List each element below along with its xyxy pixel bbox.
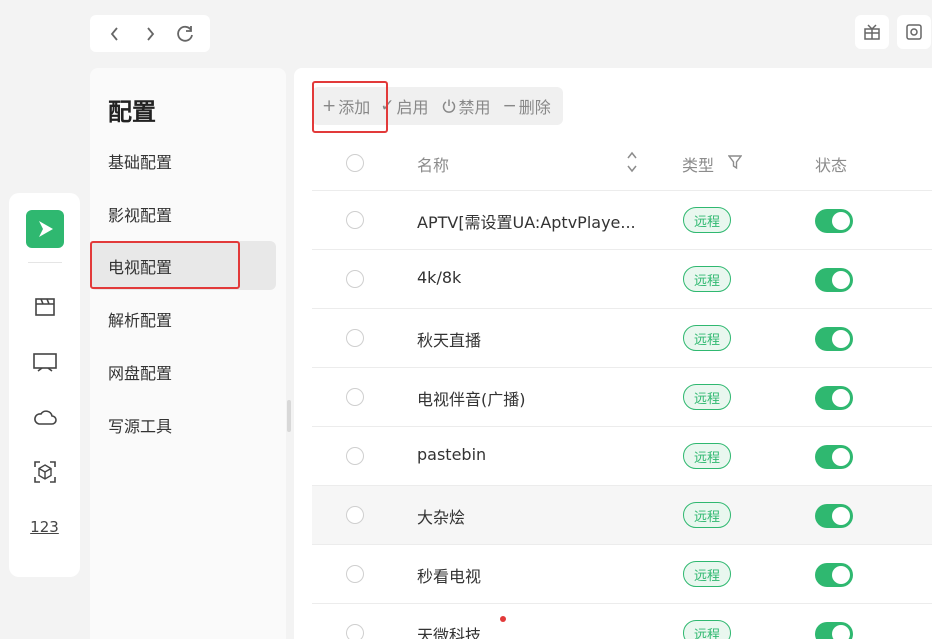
type-badge: 远程 [683, 502, 731, 528]
logo-icon[interactable] [25, 210, 64, 248]
table-row[interactable]: 4k/8k 远程 [312, 249, 932, 308]
row-checkbox[interactable] [346, 506, 364, 524]
header-status: 状态 [815, 156, 848, 175]
row-checkbox[interactable] [346, 447, 364, 465]
type-badge: 远程 [683, 443, 731, 469]
toggle-knob [832, 212, 850, 230]
table-row[interactable]: APTV[需设置UA:AptvPlaye... 远程 [312, 190, 932, 249]
row-name: 秒看电视 [417, 567, 482, 586]
config-menu-panel: 配置 基础配置 影视配置 电视配置 解析配置 网盘配置 写源工具 [90, 68, 286, 639]
row-checkbox[interactable] [346, 329, 364, 347]
delete-button[interactable]: − 删除 [503, 94, 551, 118]
sort-icon[interactable] [626, 150, 638, 174]
toolbar: + 添加 ✓ 启用 禁用 − 删除 [312, 87, 563, 125]
row-name: 天微科技 [417, 626, 482, 639]
type-badge: 远程 [683, 207, 731, 233]
numbers-icon[interactable]: 123 [28, 510, 62, 544]
row-name: pastebin [417, 445, 487, 464]
menu-item-parse[interactable]: 解析配置 [90, 294, 276, 343]
toggle-knob [832, 448, 850, 466]
refresh-icon [176, 25, 193, 42]
table-row[interactable]: pastebin 远程 [312, 426, 932, 485]
status-toggle[interactable] [815, 327, 853, 351]
row-name: 秋天直播 [417, 331, 482, 350]
row-name: 电视伴音(广播) [417, 390, 526, 409]
status-toggle[interactable] [815, 268, 853, 292]
type-badge: 远程 [683, 561, 731, 587]
gift-button[interactable] [855, 15, 889, 49]
cube-scan-icon[interactable] [28, 455, 62, 489]
menu-item-tv[interactable]: 电视配置 [90, 241, 276, 290]
header-name: 名称 [417, 156, 450, 175]
status-toggle[interactable] [815, 504, 853, 528]
row-name: 大杂烩 [417, 508, 466, 527]
row-name: 4k/8k [417, 268, 462, 287]
chevron-left-icon [111, 26, 119, 41]
target-icon [906, 24, 922, 40]
header-type: 类型 [682, 156, 715, 175]
row-checkbox[interactable] [346, 565, 364, 583]
table-row[interactable]: 大杂烩 远程 [312, 485, 932, 544]
row-name: APTV[需设置UA:AptvPlaye... [417, 213, 636, 232]
menu-item-basic[interactable]: 基础配置 [90, 136, 276, 185]
chevron-right-icon [147, 26, 155, 41]
table-row[interactable]: 秋天直播 远程 [312, 308, 932, 367]
enable-button[interactable]: ✓ 启用 [380, 94, 428, 118]
type-badge: 远程 [683, 325, 731, 351]
table-header: 名称 类型 状态 [312, 136, 932, 190]
forward-button[interactable] [137, 21, 163, 47]
tv-icon[interactable] [28, 345, 62, 379]
panel-resizer[interactable] [287, 400, 291, 432]
notification-dot [500, 616, 506, 622]
nav-controls [90, 15, 210, 52]
power-icon [442, 99, 455, 113]
row-checkbox[interactable] [346, 624, 364, 639]
status-toggle[interactable] [815, 563, 853, 587]
rail-divider [27, 262, 62, 263]
menu-item-netdisk[interactable]: 网盘配置 [90, 347, 276, 396]
menu-item-source-tool[interactable]: 写源工具 [90, 400, 276, 449]
disable-button[interactable]: 禁用 [441, 94, 491, 118]
refresh-button[interactable] [172, 21, 198, 47]
toggle-knob [832, 625, 850, 639]
back-button[interactable] [102, 21, 128, 47]
gift-icon [864, 24, 880, 40]
status-toggle[interactable] [815, 209, 853, 233]
toggle-knob [832, 566, 850, 584]
row-checkbox[interactable] [346, 270, 364, 288]
table-row[interactable]: 电视伴音(广播) 远程 [312, 367, 932, 426]
icon-rail: 123 [9, 193, 80, 577]
row-checkbox[interactable] [346, 211, 364, 229]
check-icon: ✓ [380, 96, 395, 116]
status-toggle[interactable] [815, 386, 853, 410]
toggle-knob [832, 271, 850, 289]
row-checkbox[interactable] [346, 388, 364, 406]
filter-icon[interactable] [728, 154, 742, 170]
plus-icon: + [322, 96, 337, 116]
config-title: 配置 [108, 98, 156, 126]
settings-button[interactable] [897, 15, 931, 49]
film-icon[interactable] [28, 290, 62, 324]
toggle-knob [832, 389, 850, 407]
cloud-icon[interactable] [28, 400, 62, 434]
minus-icon: − [502, 96, 517, 116]
type-badge: 远程 [683, 266, 731, 292]
toggle-knob [832, 330, 850, 348]
menu-item-video[interactable]: 影视配置 [90, 189, 276, 238]
type-badge: 远程 [683, 384, 731, 410]
add-button[interactable]: + 添加 [322, 94, 370, 118]
status-toggle[interactable] [815, 445, 853, 469]
table-row[interactable]: 天微科技 远程 [312, 603, 932, 639]
status-toggle[interactable] [815, 622, 853, 639]
toggle-knob [832, 507, 850, 525]
select-all-checkbox[interactable] [346, 154, 364, 172]
table-row[interactable]: 秒看电视 远程 [312, 544, 932, 603]
type-badge: 远程 [683, 620, 731, 639]
